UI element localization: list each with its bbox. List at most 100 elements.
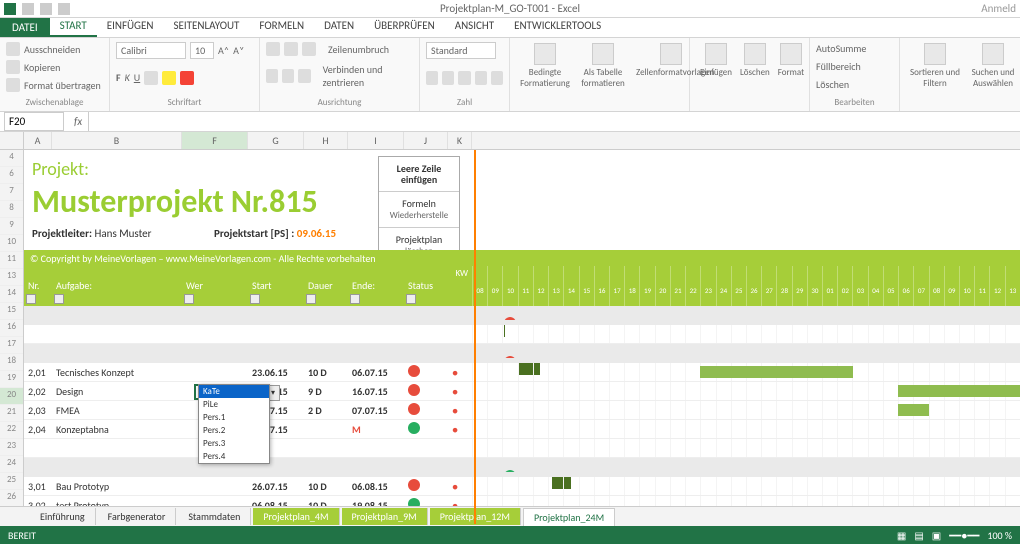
cell-marker[interactable]: ● bbox=[510, 472, 534, 474]
border-icon[interactable] bbox=[144, 71, 158, 85]
table-row[interactable]: 2,02Design06.07.159 D16.07.15● bbox=[24, 382, 1020, 401]
cell-ende[interactable]: 07.07.15 bbox=[348, 404, 404, 417]
conditional-format-button[interactable]: Bedingte Formatierung bbox=[516, 41, 574, 91]
cell-nr[interactable]: 3,01 bbox=[24, 480, 52, 493]
cell-ende[interactable]: M bbox=[348, 423, 404, 436]
align-center-icon[interactable] bbox=[282, 69, 294, 83]
increase-font-icon[interactable]: A˄ bbox=[218, 44, 229, 57]
font-color-icon[interactable] bbox=[180, 71, 194, 85]
cell-marker[interactable]: ● bbox=[448, 480, 472, 493]
zoom-slider[interactable]: ━━●━━ bbox=[949, 529, 979, 542]
save-icon[interactable] bbox=[22, 3, 34, 15]
cell-status[interactable] bbox=[404, 365, 448, 380]
tab-ansicht[interactable]: ANSICHT bbox=[445, 16, 504, 37]
table-row[interactable]: 2,03FMEA06.07.152 D07.07.15● bbox=[24, 401, 1020, 420]
italic-button[interactable]: K bbox=[125, 71, 130, 84]
format-as-table-button[interactable]: Als Tabelle formatieren bbox=[574, 41, 632, 91]
cell-marker[interactable]: ● bbox=[448, 404, 472, 417]
font-name-select[interactable]: Calibri bbox=[116, 42, 186, 59]
decrease-font-icon[interactable]: A˅ bbox=[233, 44, 244, 57]
copy-icon[interactable] bbox=[6, 60, 20, 74]
restore-formulas-button[interactable]: FormelnWiederherstelle bbox=[379, 192, 459, 228]
filter-icon[interactable] bbox=[184, 294, 194, 304]
bold-button[interactable]: F bbox=[116, 71, 121, 84]
find-select-button[interactable]: Suchen und Auswählen bbox=[964, 41, 1020, 91]
cell-start[interactable]: 23.06.15 bbox=[248, 366, 304, 379]
align-top-icon[interactable] bbox=[266, 42, 280, 56]
font-size-select[interactable]: 10 bbox=[190, 42, 214, 59]
fill-color-icon[interactable] bbox=[162, 71, 176, 85]
hdr-ende[interactable]: Ende: bbox=[348, 266, 404, 306]
table-row[interactable]: 2,04Konzeptabna21.07.15M● bbox=[24, 420, 1020, 439]
fill-button[interactable]: Füllbereich bbox=[816, 60, 861, 73]
align-left-icon[interactable] bbox=[266, 69, 278, 83]
col-j[interactable]: J bbox=[404, 132, 448, 149]
table-row[interactable]: 2,01Tecnisches Konzept23.06.1510 D06.07.… bbox=[24, 363, 1020, 382]
tab-formeln[interactable]: FORMELN bbox=[249, 16, 314, 37]
col-k[interactable]: K bbox=[448, 132, 472, 149]
comma-icon[interactable] bbox=[458, 71, 470, 85]
table-row[interactable]: 1,Kick-Off09.06.15M● bbox=[24, 306, 1020, 325]
hdr-task[interactable]: Aufgabe: bbox=[52, 266, 182, 306]
hdr-start[interactable]: Start bbox=[248, 266, 304, 306]
dropdown-item[interactable]: KaTe bbox=[199, 385, 269, 398]
sheet-tab[interactable]: Stammdaten bbox=[178, 508, 251, 525]
col-h[interactable]: H bbox=[304, 132, 348, 149]
hdr-dauer[interactable]: Dauer bbox=[304, 266, 348, 306]
tab-start[interactable]: START bbox=[50, 16, 97, 37]
sheet-tab[interactable]: Einführung bbox=[30, 508, 96, 525]
tab-entwickler[interactable]: ENTWICKLERTOOLS bbox=[504, 16, 611, 37]
undo-icon[interactable] bbox=[40, 3, 52, 15]
dropdown-item[interactable]: Pers.2 bbox=[199, 424, 269, 437]
select-all-corner[interactable] bbox=[0, 132, 24, 149]
decrease-decimal-icon[interactable] bbox=[491, 71, 503, 85]
cell-status[interactable] bbox=[404, 384, 448, 399]
sheet-tab-active[interactable]: Projektplan_24M bbox=[523, 508, 615, 526]
currency-icon[interactable] bbox=[426, 71, 438, 85]
wrap-text-button[interactable]: Zeilenumbruch bbox=[328, 43, 389, 56]
cell-nr[interactable]: 2,04 bbox=[24, 423, 52, 436]
cell-marker[interactable]: ● bbox=[510, 358, 534, 360]
cell-dauer[interactable]: 10 D bbox=[304, 480, 348, 493]
filter-icon[interactable] bbox=[306, 294, 316, 304]
signin-link[interactable]: Anmeld bbox=[981, 2, 1016, 15]
cell-task[interactable]: Design bbox=[52, 385, 182, 398]
insert-cells-button[interactable]: Einfügen bbox=[696, 41, 736, 80]
col-i[interactable]: I bbox=[348, 132, 404, 149]
filter-icon[interactable] bbox=[54, 294, 64, 304]
align-bottom-icon[interactable] bbox=[302, 42, 316, 56]
hdr-nr[interactable]: Nr. bbox=[24, 266, 52, 306]
cell-dauer[interactable]: 2 D bbox=[304, 404, 348, 417]
insert-empty-row-button[interactable]: Leere Zeile einfügen bbox=[379, 157, 459, 192]
filter-icon[interactable] bbox=[406, 294, 416, 304]
cell-task[interactable]: FMEA bbox=[52, 404, 182, 417]
cell-nr[interactable]: 2,01 bbox=[24, 366, 52, 379]
filter-icon[interactable] bbox=[350, 294, 360, 304]
dropdown-item[interactable]: PiLe bbox=[199, 398, 269, 411]
dropdown-item[interactable]: Pers.1 bbox=[199, 411, 269, 424]
cell-nr[interactable]: 2,03 bbox=[24, 404, 52, 417]
view-page-icon[interactable]: ▤ bbox=[914, 529, 923, 542]
col-a[interactable]: A bbox=[24, 132, 52, 149]
fx-icon[interactable]: fx bbox=[68, 115, 88, 128]
hdr-status[interactable]: Status bbox=[404, 266, 448, 306]
sheet-tab[interactable]: Projektplan_9M bbox=[342, 508, 428, 525]
cell-ende[interactable]: 16.07.15 bbox=[348, 385, 404, 398]
merge-center-button[interactable]: Verbinden und zentrieren bbox=[323, 63, 413, 89]
file-tab[interactable]: DATEI bbox=[0, 18, 50, 37]
cell-grid[interactable]: Projekt: Musterprojekt Nr.815 Projektlei… bbox=[24, 150, 1020, 524]
cell-ende[interactable]: 06.07.15 bbox=[348, 366, 404, 379]
increase-decimal-icon[interactable] bbox=[475, 71, 487, 85]
cell-marker[interactable]: ● bbox=[448, 423, 472, 436]
clear-button[interactable]: Löschen bbox=[816, 78, 849, 91]
cell-marker[interactable]: ● bbox=[510, 320, 534, 322]
view-normal-icon[interactable]: ▦ bbox=[897, 529, 906, 542]
percent-icon[interactable] bbox=[442, 71, 454, 85]
cell-marker[interactable]: ● bbox=[448, 366, 472, 379]
underline-button[interactable]: U bbox=[134, 71, 140, 84]
number-format-select[interactable]: Standard bbox=[426, 42, 496, 59]
col-b[interactable]: B bbox=[52, 132, 182, 149]
name-box[interactable] bbox=[4, 112, 64, 131]
view-break-icon[interactable]: ▣ bbox=[932, 529, 941, 542]
format-painter-icon[interactable] bbox=[6, 78, 20, 92]
